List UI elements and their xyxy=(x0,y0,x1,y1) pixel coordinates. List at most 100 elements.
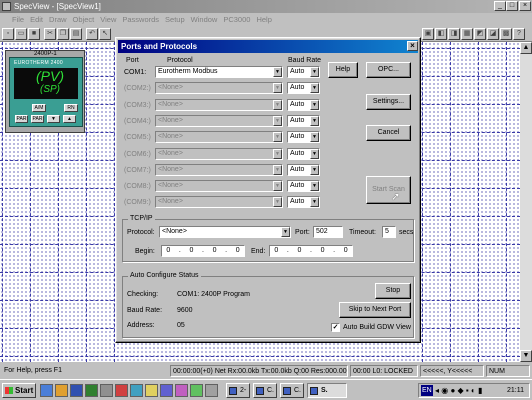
page-button[interactable]: PAR xyxy=(15,115,28,123)
copy-icon[interactable]: ❐ xyxy=(57,28,69,40)
menu-passwords[interactable]: Passwords xyxy=(119,13,162,26)
quicklaunch-app-icon[interactable] xyxy=(160,384,173,397)
tcpip-port-field[interactable]: 502 xyxy=(313,226,343,238)
protocol-select[interactable]: <None> ▼ xyxy=(155,131,283,143)
start-button[interactable]: Start xyxy=(2,383,36,398)
baud-select[interactable]: Auto ▼ xyxy=(287,82,320,94)
chevron-down-icon[interactable]: ▼ xyxy=(273,181,282,191)
menu-help[interactable]: Help xyxy=(253,13,274,26)
protocol-select[interactable]: <None> ▼ xyxy=(155,164,283,176)
baud-select[interactable]: Auto ▼ xyxy=(287,99,320,111)
menu-view[interactable]: View xyxy=(97,13,119,26)
baud-select[interactable]: Auto ▼ xyxy=(287,196,320,208)
tool-icon[interactable]: ▣ xyxy=(422,28,434,40)
skip-to-next-port-button[interactable]: Skip to Next Port xyxy=(339,302,411,318)
chevron-down-icon[interactable]: ▼ xyxy=(310,149,319,159)
app-icon[interactable] xyxy=(2,2,11,11)
chevron-down-icon[interactable]: ▼ xyxy=(310,100,319,110)
chevron-down-icon[interactable]: ▼ xyxy=(273,67,282,77)
baud-select[interactable]: Auto ▼ xyxy=(287,164,320,176)
chevron-down-icon[interactable]: ▼ xyxy=(310,83,319,93)
scroll-down-icon[interactable]: ▼ xyxy=(520,350,532,362)
chevron-down-icon[interactable]: ▼ xyxy=(273,132,282,142)
quicklaunch-word-icon[interactable] xyxy=(70,384,83,397)
open-icon[interactable]: ▭ xyxy=(15,28,27,40)
chevron-down-icon[interactable]: ▼ xyxy=(281,227,290,237)
chevron-down-icon[interactable]: ▼ xyxy=(310,197,319,207)
quicklaunch-folder-icon[interactable] xyxy=(55,384,68,397)
paste-icon[interactable]: ▤ xyxy=(70,28,82,40)
protocol-select[interactable]: <None> ▼ xyxy=(155,196,283,208)
chevron-down-icon[interactable]: ▼ xyxy=(273,197,282,207)
tool-icon[interactable]: ◧ xyxy=(435,28,447,40)
quicklaunch-app-icon[interactable] xyxy=(115,384,128,397)
end-ip-field[interactable]: 0.0.0.0 xyxy=(269,245,353,257)
chevron-down-icon[interactable]: ▼ xyxy=(273,116,282,126)
menu-edit[interactable]: Edit xyxy=(27,13,46,26)
menu-object[interactable]: Object xyxy=(70,13,98,26)
chevron-down-icon[interactable]: ▼ xyxy=(310,181,319,191)
protocol-select[interactable]: <None> ▼ xyxy=(155,115,283,127)
baud-select[interactable]: Auto ▼ xyxy=(287,131,320,143)
cut-icon[interactable]: ✂ xyxy=(44,28,56,40)
tray-icons[interactable]: ◂ ◉ ● ◆ ▪ ◐ ▮ xyxy=(435,384,482,397)
taskbar-item[interactable]: C. xyxy=(253,383,277,398)
protocol-select[interactable]: <None> ▼ xyxy=(155,99,283,111)
quicklaunch-app-icon[interactable] xyxy=(145,384,158,397)
settings-button[interactable]: Settings... xyxy=(366,94,411,110)
close-button[interactable]: × xyxy=(519,1,531,11)
save-icon[interactable]: ■ xyxy=(28,28,40,40)
baud-select[interactable]: Auto ▼ xyxy=(287,180,320,192)
tool-icon[interactable]: ▦ xyxy=(461,28,473,40)
quicklaunch-app-icon[interactable] xyxy=(205,384,218,397)
stop-button[interactable]: Stop xyxy=(375,283,411,299)
protocol-select[interactable]: <None> ▼ xyxy=(155,180,283,192)
language-indicator[interactable]: EN xyxy=(421,385,433,396)
protocol-select[interactable]: Eurotherm Modbus ▼ xyxy=(155,66,283,78)
auto-manual-button[interactable]: A/M xyxy=(32,104,46,112)
quicklaunch-app-icon[interactable] xyxy=(190,384,203,397)
chevron-down-icon[interactable]: ▼ xyxy=(273,100,282,110)
chevron-down-icon[interactable]: ▼ xyxy=(310,165,319,175)
scroll-up-icon[interactable]: ▲ xyxy=(520,42,532,54)
baud-select[interactable]: Auto ▼ xyxy=(287,66,320,78)
chevron-down-icon[interactable]: ▼ xyxy=(310,132,319,142)
tcpip-timeout-field[interactable]: 5 xyxy=(382,226,396,238)
protocol-select[interactable]: <None> ▼ xyxy=(155,148,283,160)
chevron-down-icon[interactable]: ▼ xyxy=(273,149,282,159)
taskbar-item[interactable]: C. xyxy=(280,383,304,398)
pointer-icon[interactable]: ↖ xyxy=(99,28,111,40)
quicklaunch-app-icon[interactable] xyxy=(175,384,188,397)
menu-file[interactable]: File xyxy=(0,13,27,26)
chevron-down-icon[interactable]: ▼ xyxy=(310,67,319,77)
tool-icon[interactable]: ? xyxy=(513,28,525,40)
minimize-button[interactable]: _ xyxy=(494,1,506,11)
menu-draw[interactable]: Draw xyxy=(46,13,70,26)
tool-icon[interactable]: ◪ xyxy=(487,28,499,40)
taskbar-item[interactable]: 2- xyxy=(226,383,250,398)
menu-setup[interactable]: Setup xyxy=(162,13,188,26)
chevron-down-icon[interactable]: ▼ xyxy=(310,116,319,126)
tool-icon[interactable]: ▩ xyxy=(500,28,512,40)
protocol-select[interactable]: <None> ▼ xyxy=(155,82,283,94)
chevron-down-icon[interactable]: ▼ xyxy=(273,83,282,93)
quicklaunch-excel-icon[interactable] xyxy=(85,384,98,397)
new-icon[interactable]: ▫ xyxy=(2,28,14,40)
opc-button[interactable]: OPC... xyxy=(366,62,411,78)
maximize-button[interactable]: □ xyxy=(506,1,518,11)
scroll-button[interactable]: PAR xyxy=(31,115,44,123)
instrument-faceplate[interactable]: 2400P-1 EUROTHERM 2400 (PV) (SP) A/M RN … xyxy=(5,50,85,133)
vertical-scrollbar[interactable]: ▲ ▼ xyxy=(520,42,532,362)
menu-pc3000[interactable]: PC3000 xyxy=(220,13,253,26)
quicklaunch-app-icon[interactable] xyxy=(100,384,113,397)
quicklaunch-desktop-icon[interactable] xyxy=(40,384,53,397)
help-button[interactable]: Help xyxy=(328,62,358,78)
auto-build-checkbox[interactable]: ✓ xyxy=(331,323,340,332)
chevron-down-icon[interactable]: ▼ xyxy=(273,165,282,175)
up-button[interactable]: ▲ xyxy=(63,115,76,123)
baud-select[interactable]: Auto ▼ xyxy=(287,115,320,127)
tcpip-protocol-select[interactable]: <None> ▼ xyxy=(159,226,291,238)
dialog-close-button[interactable]: × xyxy=(407,41,418,51)
menu-window[interactable]: Window xyxy=(188,13,221,26)
quicklaunch-app-icon[interactable] xyxy=(130,384,143,397)
